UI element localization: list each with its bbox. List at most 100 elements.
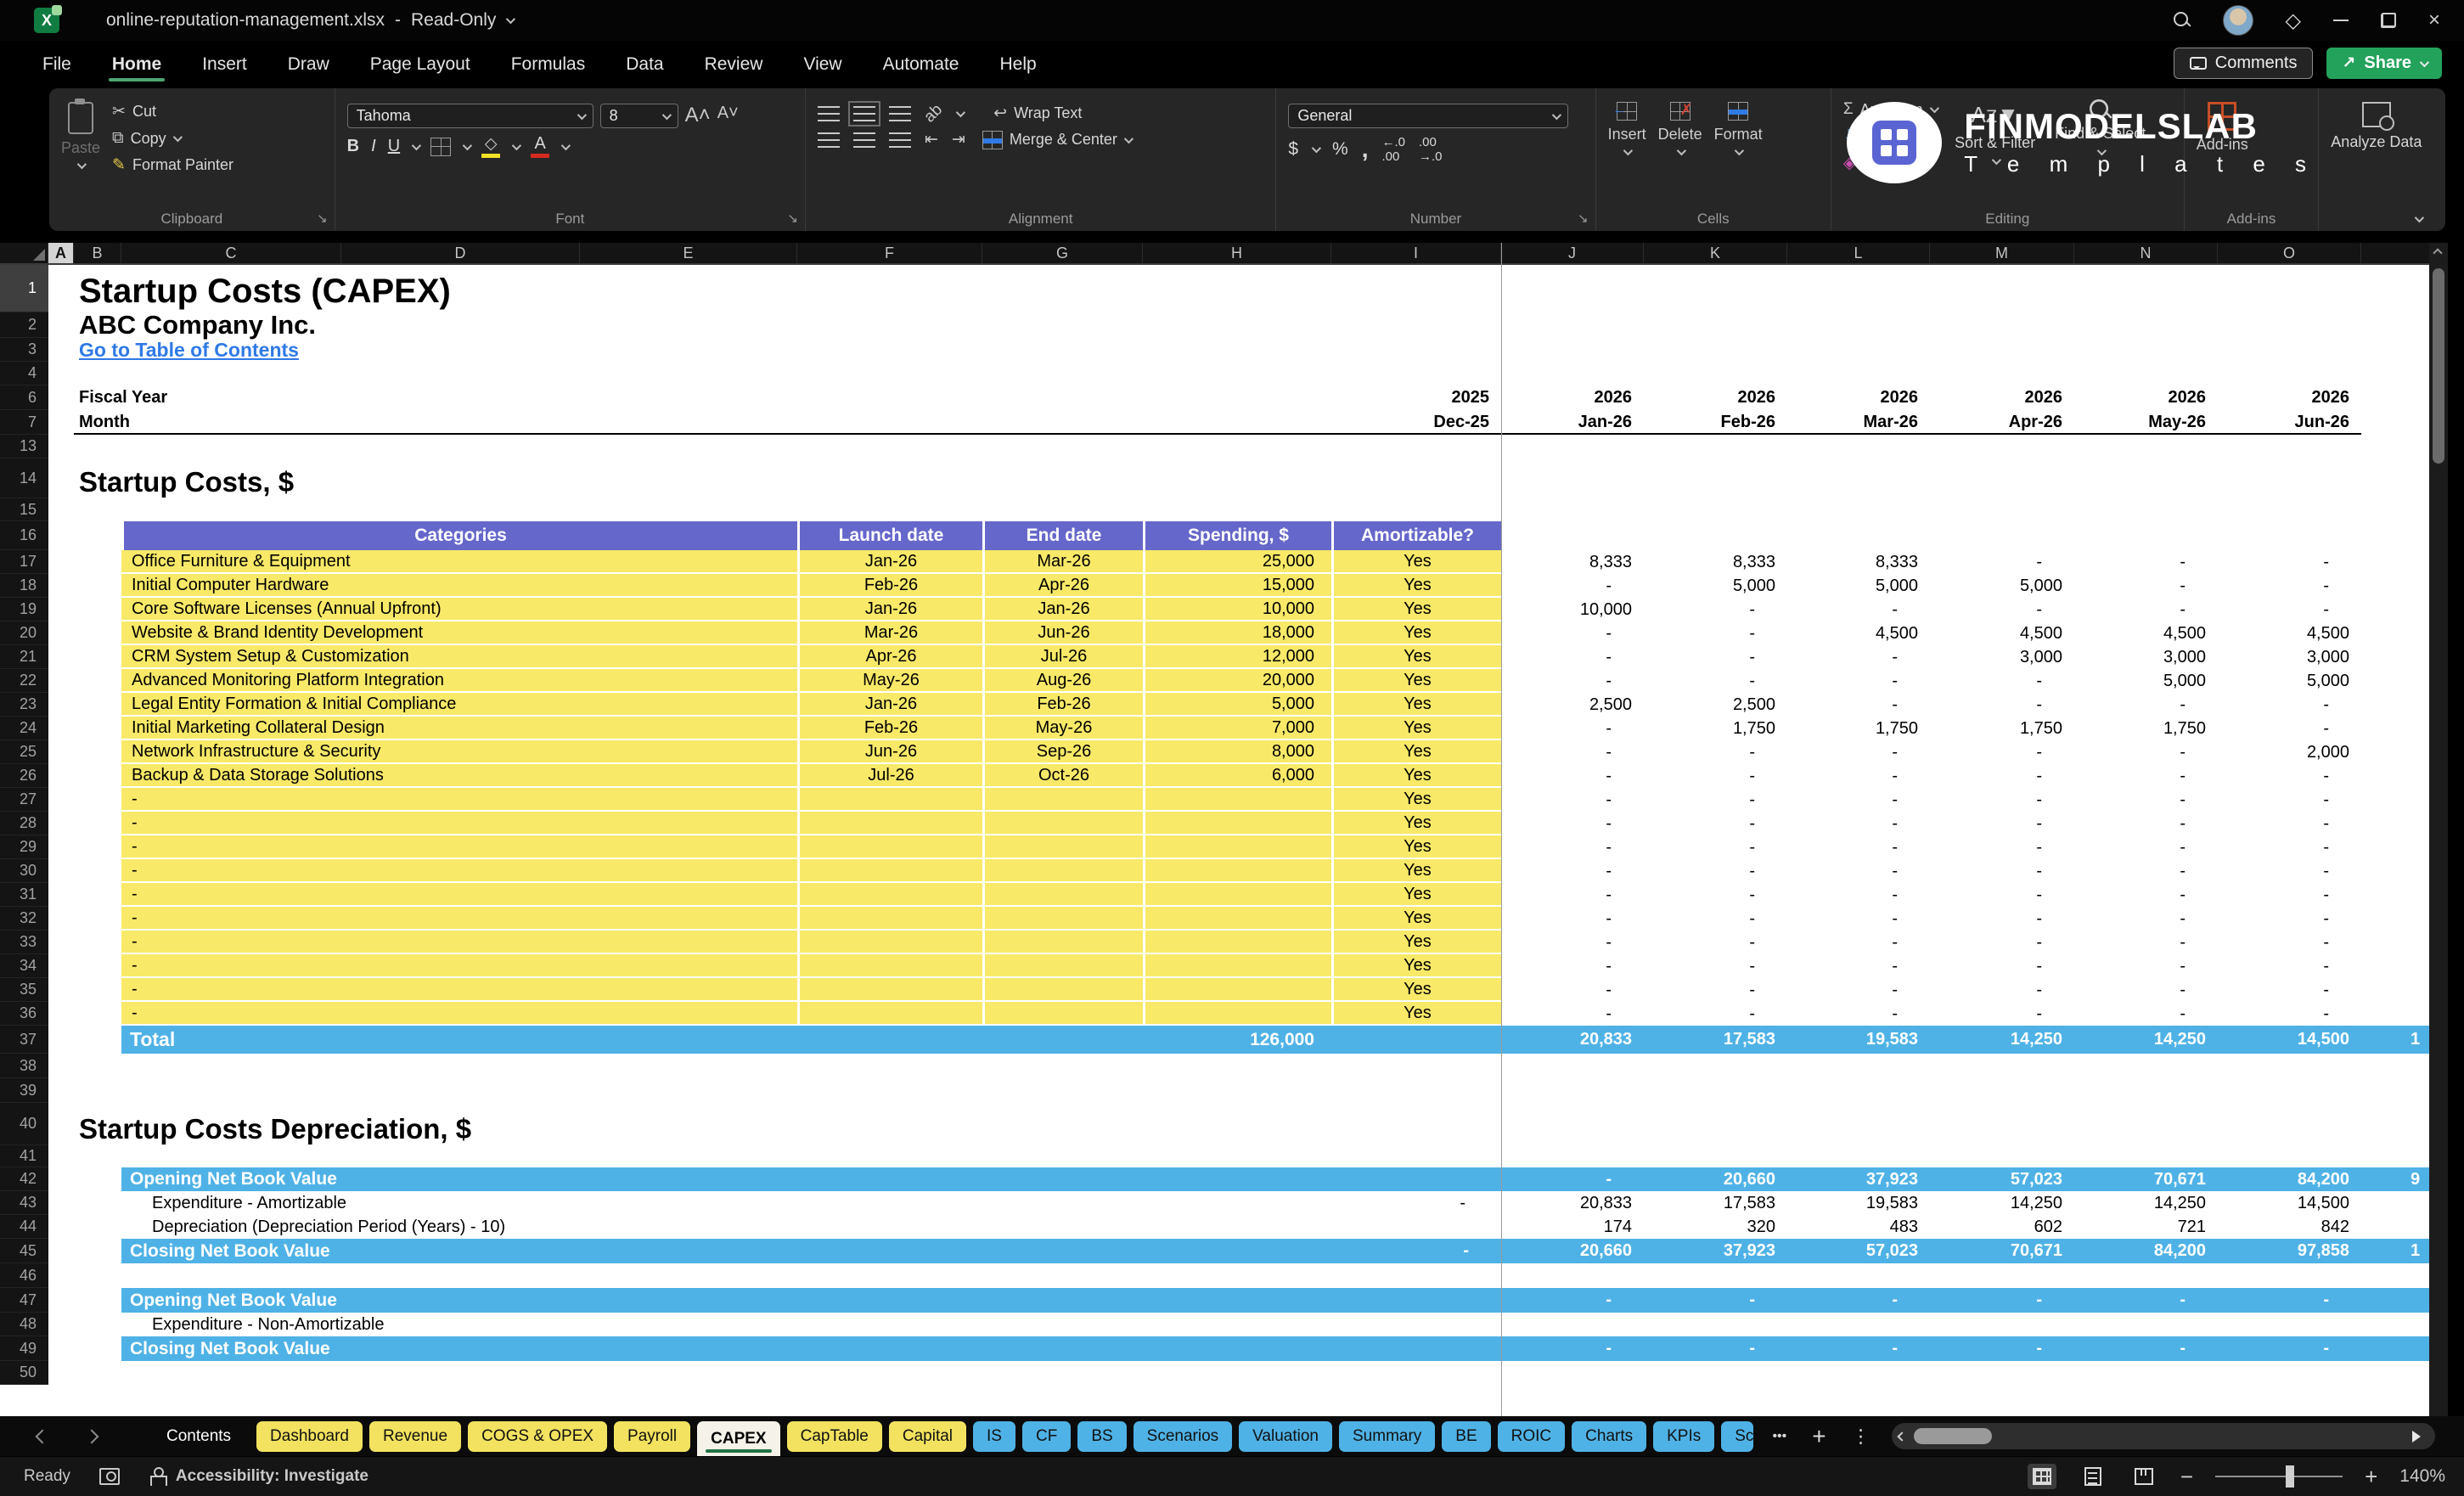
column-header-L[interactable]: L <box>1787 243 1930 263</box>
font-color-chevron-icon[interactable] <box>560 140 571 150</box>
sheet-tab-valuation[interactable]: Valuation <box>1239 1420 1332 1452</box>
tabs-next-arrow-icon[interactable] <box>84 1429 99 1443</box>
font-dialog-launcher[interactable]: ↘ <box>787 211 798 226</box>
row-header-25[interactable]: 25 <box>0 740 48 764</box>
column-header-J[interactable]: J <box>1501 243 1644 263</box>
comments-button[interactable]: Comments <box>2173 48 2314 79</box>
analyze-data-button[interactable]: Analyze Data <box>2331 98 2422 152</box>
readonly-chevron-icon[interactable] <box>506 14 516 25</box>
table-of-contents-link[interactable]: Go to Table of Contents <box>48 338 2001 362</box>
cut-button[interactable]: ✂ Cut <box>112 102 233 121</box>
row-header-24[interactable]: 24 <box>0 717 48 740</box>
row-header-35[interactable]: 35 <box>0 978 48 1002</box>
align-center-icon[interactable] <box>853 132 875 148</box>
scroll-left-arrow-icon[interactable] <box>1897 1431 1907 1442</box>
zoom-slider-thumb[interactable] <box>2285 1465 2294 1488</box>
column-header-O[interactable]: O <box>2218 243 2361 263</box>
increase-decimal-button[interactable]: ←.0.00 <box>1381 135 1405 164</box>
row-header-29[interactable]: 29 <box>0 835 48 859</box>
sheet-tab-cogs-opex[interactable]: COGS & OPEX <box>468 1420 608 1452</box>
horizontal-scrollbar[interactable] <box>1892 1423 2435 1449</box>
scroll-right-arrow-icon[interactable] <box>2412 1430 2427 1443</box>
row-header-28[interactable]: 28 <box>0 812 48 835</box>
sheet-tab-cf[interactable]: CF <box>1021 1420 1072 1452</box>
row-header-38[interactable]: 38 <box>0 1054 48 1078</box>
row-header-37[interactable]: 37 <box>0 1026 48 1054</box>
menu-tab-draw[interactable]: Draw <box>286 46 331 83</box>
row-header-21[interactable]: 21 <box>0 645 48 669</box>
row-header-30[interactable]: 30 <box>0 859 48 883</box>
sheet-tab-summary[interactable]: Summary <box>1339 1420 1436 1452</box>
menu-tab-automate[interactable]: Automate <box>881 46 961 83</box>
underline-chevron-icon[interactable] <box>411 140 422 150</box>
row-header-44[interactable]: 44 <box>0 1215 48 1239</box>
zoom-out-button[interactable]: − <box>2180 1464 2193 1490</box>
column-header-D[interactable]: D <box>341 243 580 263</box>
premium-gem-icon[interactable]: ◇ <box>2286 8 2301 33</box>
sheet-tab-roic[interactable]: ROIC <box>1497 1420 1566 1452</box>
macro-record-icon[interactable] <box>98 1468 120 1485</box>
delete-cells-button[interactable]: Delete <box>1658 98 1702 156</box>
row-header-32[interactable]: 32 <box>0 907 48 931</box>
row-header-7[interactable]: 7 <box>0 410 48 435</box>
sheet-tab-capex[interactable]: CAPEX <box>697 1420 780 1457</box>
close-button[interactable]: × <box>2428 10 2440 31</box>
currency-chevron-icon[interactable] <box>1311 143 1322 154</box>
row-header-42[interactable]: 42 <box>0 1167 48 1191</box>
page-layout-view-button[interactable] <box>2079 1464 2107 1489</box>
row-header-14[interactable]: 14 <box>0 458 48 498</box>
font-family-select[interactable]: Tahoma <box>346 104 593 128</box>
borders-button[interactable] <box>430 137 452 156</box>
row-header-17[interactable]: 17 <box>0 550 48 574</box>
row-header-6[interactable]: 6 <box>0 385 48 410</box>
normal-view-button[interactable] <box>2027 1464 2056 1489</box>
grow-font-button[interactable]: A˄ <box>685 104 711 128</box>
scroll-up-arrow-icon[interactable] <box>2433 248 2443 258</box>
bold-button[interactable]: B <box>347 137 359 156</box>
select-all-corner[interactable] <box>0 243 48 263</box>
comma-format-button[interactable]: , <box>1362 136 1369 163</box>
shrink-font-button[interactable]: A˅ <box>717 104 739 128</box>
row-header-49[interactable]: 49 <box>0 1336 48 1361</box>
percent-format-button[interactable]: % <box>1332 139 1348 160</box>
menu-tab-view[interactable]: View <box>802 46 843 83</box>
column-header-F[interactable]: F <box>797 243 982 263</box>
paste-button[interactable]: Paste <box>61 98 100 170</box>
row-header-19[interactable]: 19 <box>0 598 48 621</box>
accessibility-status[interactable]: Accessibility: Investigate <box>176 1467 368 1486</box>
row-header-43[interactable]: 43 <box>0 1191 48 1215</box>
italic-button[interactable]: I <box>371 137 376 156</box>
sheet-tab-scenarios[interactable]: Scenarios <box>1133 1420 1233 1452</box>
wrap-text-button[interactable]: ↩ Wrap Text <box>993 104 1082 123</box>
format-painter-button[interactable]: ✎ Format Painter <box>112 155 233 175</box>
menu-tab-data[interactable]: Data <box>624 46 665 83</box>
column-header-G[interactable]: G <box>982 243 1143 263</box>
row-header-45[interactable]: 45 <box>0 1239 48 1263</box>
row-header-2[interactable]: 2 <box>0 312 48 338</box>
menu-tab-file[interactable]: File <box>41 46 73 83</box>
number-format-select[interactable]: General <box>1288 104 1569 128</box>
row-header-1[interactable]: 1 <box>0 265 48 312</box>
format-cells-button[interactable]: Format <box>1714 98 1763 156</box>
row-header-16[interactable]: 16 <box>0 521 48 550</box>
minimize-button[interactable] <box>2332 20 2349 21</box>
decrease-indent-button[interactable]: ⇤ <box>925 130 938 149</box>
restore-button[interactable] <box>2380 13 2396 28</box>
row-header-36[interactable]: 36 <box>0 1002 48 1026</box>
currency-format-button[interactable]: $ <box>1288 139 1298 160</box>
row-header-4[interactable]: 4 <box>0 362 48 385</box>
row-header-18[interactable]: 18 <box>0 574 48 598</box>
menu-tab-home[interactable]: Home <box>108 46 166 83</box>
vertical-scroll-thumb[interactable] <box>2433 268 2444 464</box>
menu-tab-insert[interactable]: Insert <box>200 46 249 83</box>
row-header-26[interactable]: 26 <box>0 764 48 788</box>
column-header-C[interactable]: C <box>121 243 341 263</box>
menu-tab-page-layout[interactable]: Page Layout <box>368 46 472 83</box>
zoom-level[interactable]: 140% <box>2399 1466 2445 1487</box>
column-header-I[interactable]: I <box>1331 243 1501 263</box>
column-header-B[interactable]: B <box>74 243 121 263</box>
search-icon[interactable] <box>2173 12 2191 29</box>
sheet-tab-dashboard[interactable]: Dashboard <box>256 1420 363 1452</box>
sheet-tab-is[interactable]: IS <box>973 1420 1015 1452</box>
fill-color-button[interactable]: ◇ <box>481 136 501 158</box>
